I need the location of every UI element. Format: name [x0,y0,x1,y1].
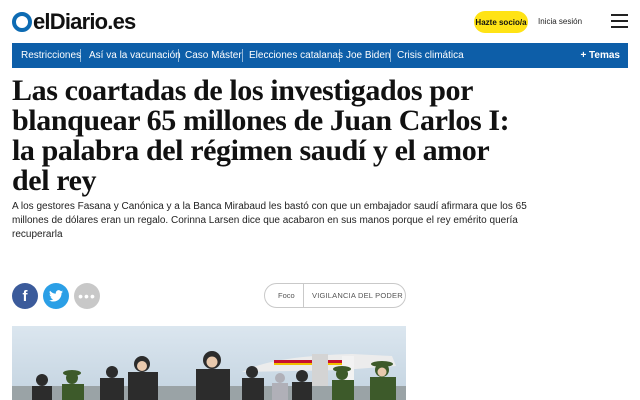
facebook-icon: f [22,287,28,305]
article-lead: A los gestores Fasana y Canónica y a la … [12,201,527,240]
article-headline: Las coartadas de los investigados por bl… [12,74,510,197]
nav-item-vacunacion[interactable]: Así va la vacunación [89,43,181,68]
hamburger-menu-icon[interactable] [611,14,628,28]
nav-item-elecciones-catalanas[interactable]: Elecciones catalanas [249,43,343,68]
nav-divider [242,49,243,62]
subscribe-button[interactable]: Hazte socio/a [474,11,528,33]
tag-label: Foco [278,291,295,300]
nav-item-crisis-climatica[interactable]: Crisis climática [397,43,464,68]
twitter-bird-icon [49,290,63,302]
nav-item-restricciones[interactable]: Restricciones [21,43,81,68]
photo-illustration [12,326,406,400]
nav-divider [178,49,179,62]
site-logo[interactable]: elDiario.es [12,9,136,34]
facebook-share-button[interactable]: f [12,283,38,309]
section-tag[interactable]: Foco VIGILANCIA DEL PODER [264,283,406,308]
more-share-options-button[interactable]: ••• [74,283,100,309]
twitter-share-button[interactable] [43,283,69,309]
nav-divider [390,49,391,62]
article-photo [12,326,406,400]
nav-divider [339,49,340,62]
nav-divider [80,49,81,62]
logo-text: elDiario.es [33,9,136,34]
nav-more-topics-button[interactable]: + Temas [580,43,620,68]
more-dots-icon: ••• [78,288,96,304]
login-link[interactable]: Inicia sesión [538,17,582,26]
logo-circle-icon [12,12,32,32]
nav-item-caso-master[interactable]: Caso Máster [185,43,242,68]
topic-nav-bar: Restricciones Así va la vacunación Caso … [12,43,628,68]
tag-divider [303,284,304,307]
site-header: elDiario.es Hazte socio/a Inicia sesión [0,0,640,42]
tag-value: VIGILANCIA DEL PODER [312,291,403,300]
nav-item-joe-biden[interactable]: Joe Biden [346,43,390,68]
